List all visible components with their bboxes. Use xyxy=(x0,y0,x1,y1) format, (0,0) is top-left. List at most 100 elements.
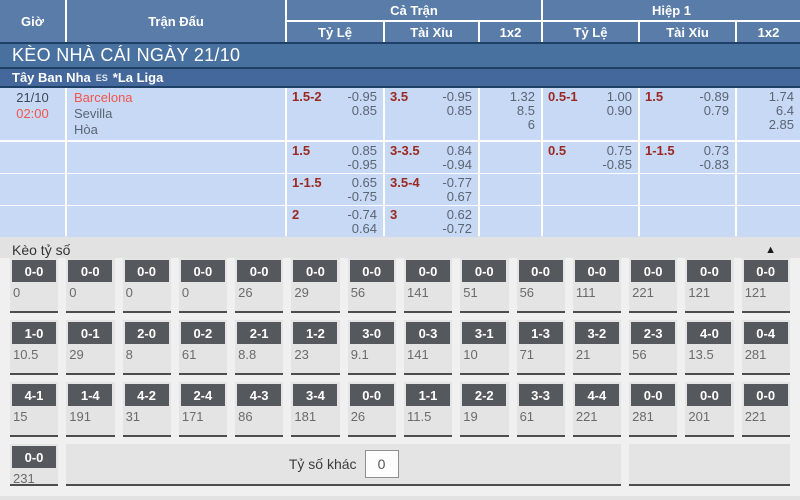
score-button[interactable]: 2-0 xyxy=(125,322,169,344)
collapse-arrow-icon[interactable]: ▲ xyxy=(765,244,776,256)
score-cell: 1-371 xyxy=(517,320,565,375)
score-button[interactable]: 0-0 xyxy=(68,260,112,282)
country-code-badge: es xyxy=(96,73,108,83)
odds-value[interactable]: -0.95 xyxy=(442,90,472,104)
score-cell: 0-0121 xyxy=(742,258,790,313)
score-button[interactable]: 4-0 xyxy=(687,322,731,344)
score-button[interactable]: 2-4 xyxy=(181,384,225,406)
score-button[interactable]: 0-0 xyxy=(687,260,731,282)
score-button[interactable]: 0-0 xyxy=(575,260,619,282)
kickoff-time: 02:00 xyxy=(0,106,65,122)
odds-value[interactable]: 0.85 xyxy=(347,104,377,118)
score-odds-value: 221 xyxy=(576,409,621,424)
handicap-line: 0.5 xyxy=(548,144,566,172)
score-button[interactable]: 2-1 xyxy=(237,322,281,344)
score-grid-last-row: 0-0231 Tỷ số khác xyxy=(10,444,790,486)
score-cell: 0-0141 xyxy=(404,258,452,313)
score-button[interactable]: 0-0 xyxy=(237,260,281,282)
score-button[interactable]: 1-4 xyxy=(68,384,112,406)
odds-value[interactable]: 0.84 xyxy=(442,144,472,158)
score-cell: 0-0121 xyxy=(685,258,733,313)
score-button[interactable]: 2-3 xyxy=(631,322,675,344)
score-button[interactable]: 4-3 xyxy=(237,384,281,406)
odds-value[interactable]: -0.74 xyxy=(347,208,377,222)
odds-value[interactable]: 0.64 xyxy=(347,222,377,236)
odds-value[interactable]: 0.90 xyxy=(607,104,632,118)
score-button[interactable]: 0-0 xyxy=(462,260,506,282)
score-cell: 1-0 10.5 xyxy=(10,320,58,375)
odds-value[interactable]: -0.72 xyxy=(442,222,472,236)
odds-cell-ft-1x2 xyxy=(480,174,541,205)
score-button[interactable]: 0-4 xyxy=(744,322,788,344)
score-button[interactable]: 3-1 xyxy=(462,322,506,344)
score-odds-value: 121 xyxy=(688,285,733,300)
score-button[interactable]: 4-4 xyxy=(575,384,619,406)
odds-value[interactable]: -0.75 xyxy=(347,190,377,204)
score-button[interactable]: 4-2 xyxy=(125,384,169,406)
score-odds-value: 10 xyxy=(463,347,508,362)
odds-value[interactable]: 0.79 xyxy=(699,104,729,118)
score-button[interactable]: 3-2 xyxy=(575,322,619,344)
score-button[interactable]: 0-3 xyxy=(406,322,450,344)
odds-value[interactable]: -0.77 xyxy=(442,176,472,190)
score-button[interactable]: 0-0 xyxy=(519,260,563,282)
home-team: Barcelona xyxy=(74,90,285,106)
score-button[interactable]: 0-0 xyxy=(293,260,337,282)
odds-value[interactable]: 1.32 xyxy=(510,90,535,104)
score-button[interactable]: 4-1 xyxy=(12,384,56,406)
score-button[interactable]: 0-0 xyxy=(12,260,56,282)
odds-value[interactable]: -0.89 xyxy=(699,90,729,104)
odds-value[interactable]: 0.73 xyxy=(699,144,729,158)
other-score-input[interactable] xyxy=(365,450,399,478)
odds-cell-h1-1x2: 1.746.42.85 xyxy=(737,88,800,140)
odds-value[interactable]: 0.85 xyxy=(442,104,472,118)
score-button[interactable]: 0-0 xyxy=(12,446,56,468)
score-button[interactable]: 1-1 xyxy=(406,384,450,406)
league-row[interactable]: Tây Ban Nha es *La Liga xyxy=(0,69,800,88)
score-button[interactable]: 0-0 xyxy=(125,260,169,282)
score-button[interactable]: 0-0 xyxy=(406,260,450,282)
score-odds-value: 11.5 xyxy=(407,409,452,424)
odds-values: 0.65-0.75 xyxy=(347,176,377,204)
handicap-line: 1.5 xyxy=(645,90,663,139)
score-button[interactable]: 0-2 xyxy=(181,322,225,344)
score-button[interactable]: 0-0 xyxy=(631,260,675,282)
odds-value[interactable]: -0.85 xyxy=(602,158,632,172)
score-button[interactable]: 0-0 xyxy=(350,260,394,282)
score-cell: 2-356 xyxy=(629,320,677,375)
odds-cell-h1-hdp xyxy=(543,206,638,237)
score-button[interactable]: 3-0 xyxy=(350,322,394,344)
odds-value[interactable]: 1.00 xyxy=(607,90,632,104)
score-cell: 3-110 xyxy=(460,320,508,375)
odds-value[interactable]: -0.95 xyxy=(347,158,377,172)
score-button[interactable]: 0-0 xyxy=(181,260,225,282)
score-button[interactable]: 1-2 xyxy=(293,322,337,344)
score-button[interactable]: 0-0 xyxy=(631,384,675,406)
odds-value[interactable]: 6 xyxy=(510,118,535,132)
odds-value[interactable]: -0.95 xyxy=(347,90,377,104)
odds-value[interactable]: 0.62 xyxy=(442,208,472,222)
score-button[interactable]: 3-4 xyxy=(293,384,337,406)
score-button[interactable]: 3-3 xyxy=(519,384,563,406)
score-button[interactable]: 2-2 xyxy=(462,384,506,406)
score-button[interactable]: 0-0 xyxy=(350,384,394,406)
odds-value[interactable]: 0.85 xyxy=(347,144,377,158)
odds-value[interactable]: 0.65 xyxy=(347,176,377,190)
odds-value[interactable]: 2.85 xyxy=(769,118,794,132)
score-cell: 0-0281 xyxy=(629,382,677,437)
odds-value[interactable]: -0.94 xyxy=(442,158,472,172)
score-button[interactable]: 0-0 xyxy=(744,260,788,282)
score-button[interactable]: 1-0 xyxy=(12,322,56,344)
score-odds-value: 10.5 xyxy=(13,347,58,362)
odds-value[interactable]: -0.83 xyxy=(699,158,729,172)
odds-value[interactable]: 6.4 xyxy=(769,104,794,118)
odds-value[interactable]: 0.67 xyxy=(442,190,472,204)
score-button[interactable]: 0-0 xyxy=(687,384,731,406)
score-button[interactable]: 0-1 xyxy=(68,322,112,344)
score-button[interactable]: 1-3 xyxy=(519,322,563,344)
score-button[interactable]: 0-0 xyxy=(744,384,788,406)
odds-value[interactable]: 1.74 xyxy=(769,90,794,104)
score-cell: 0-051 xyxy=(460,258,508,313)
odds-value[interactable]: 8.5 xyxy=(510,104,535,118)
odds-value[interactable]: 0.75 xyxy=(602,144,632,158)
